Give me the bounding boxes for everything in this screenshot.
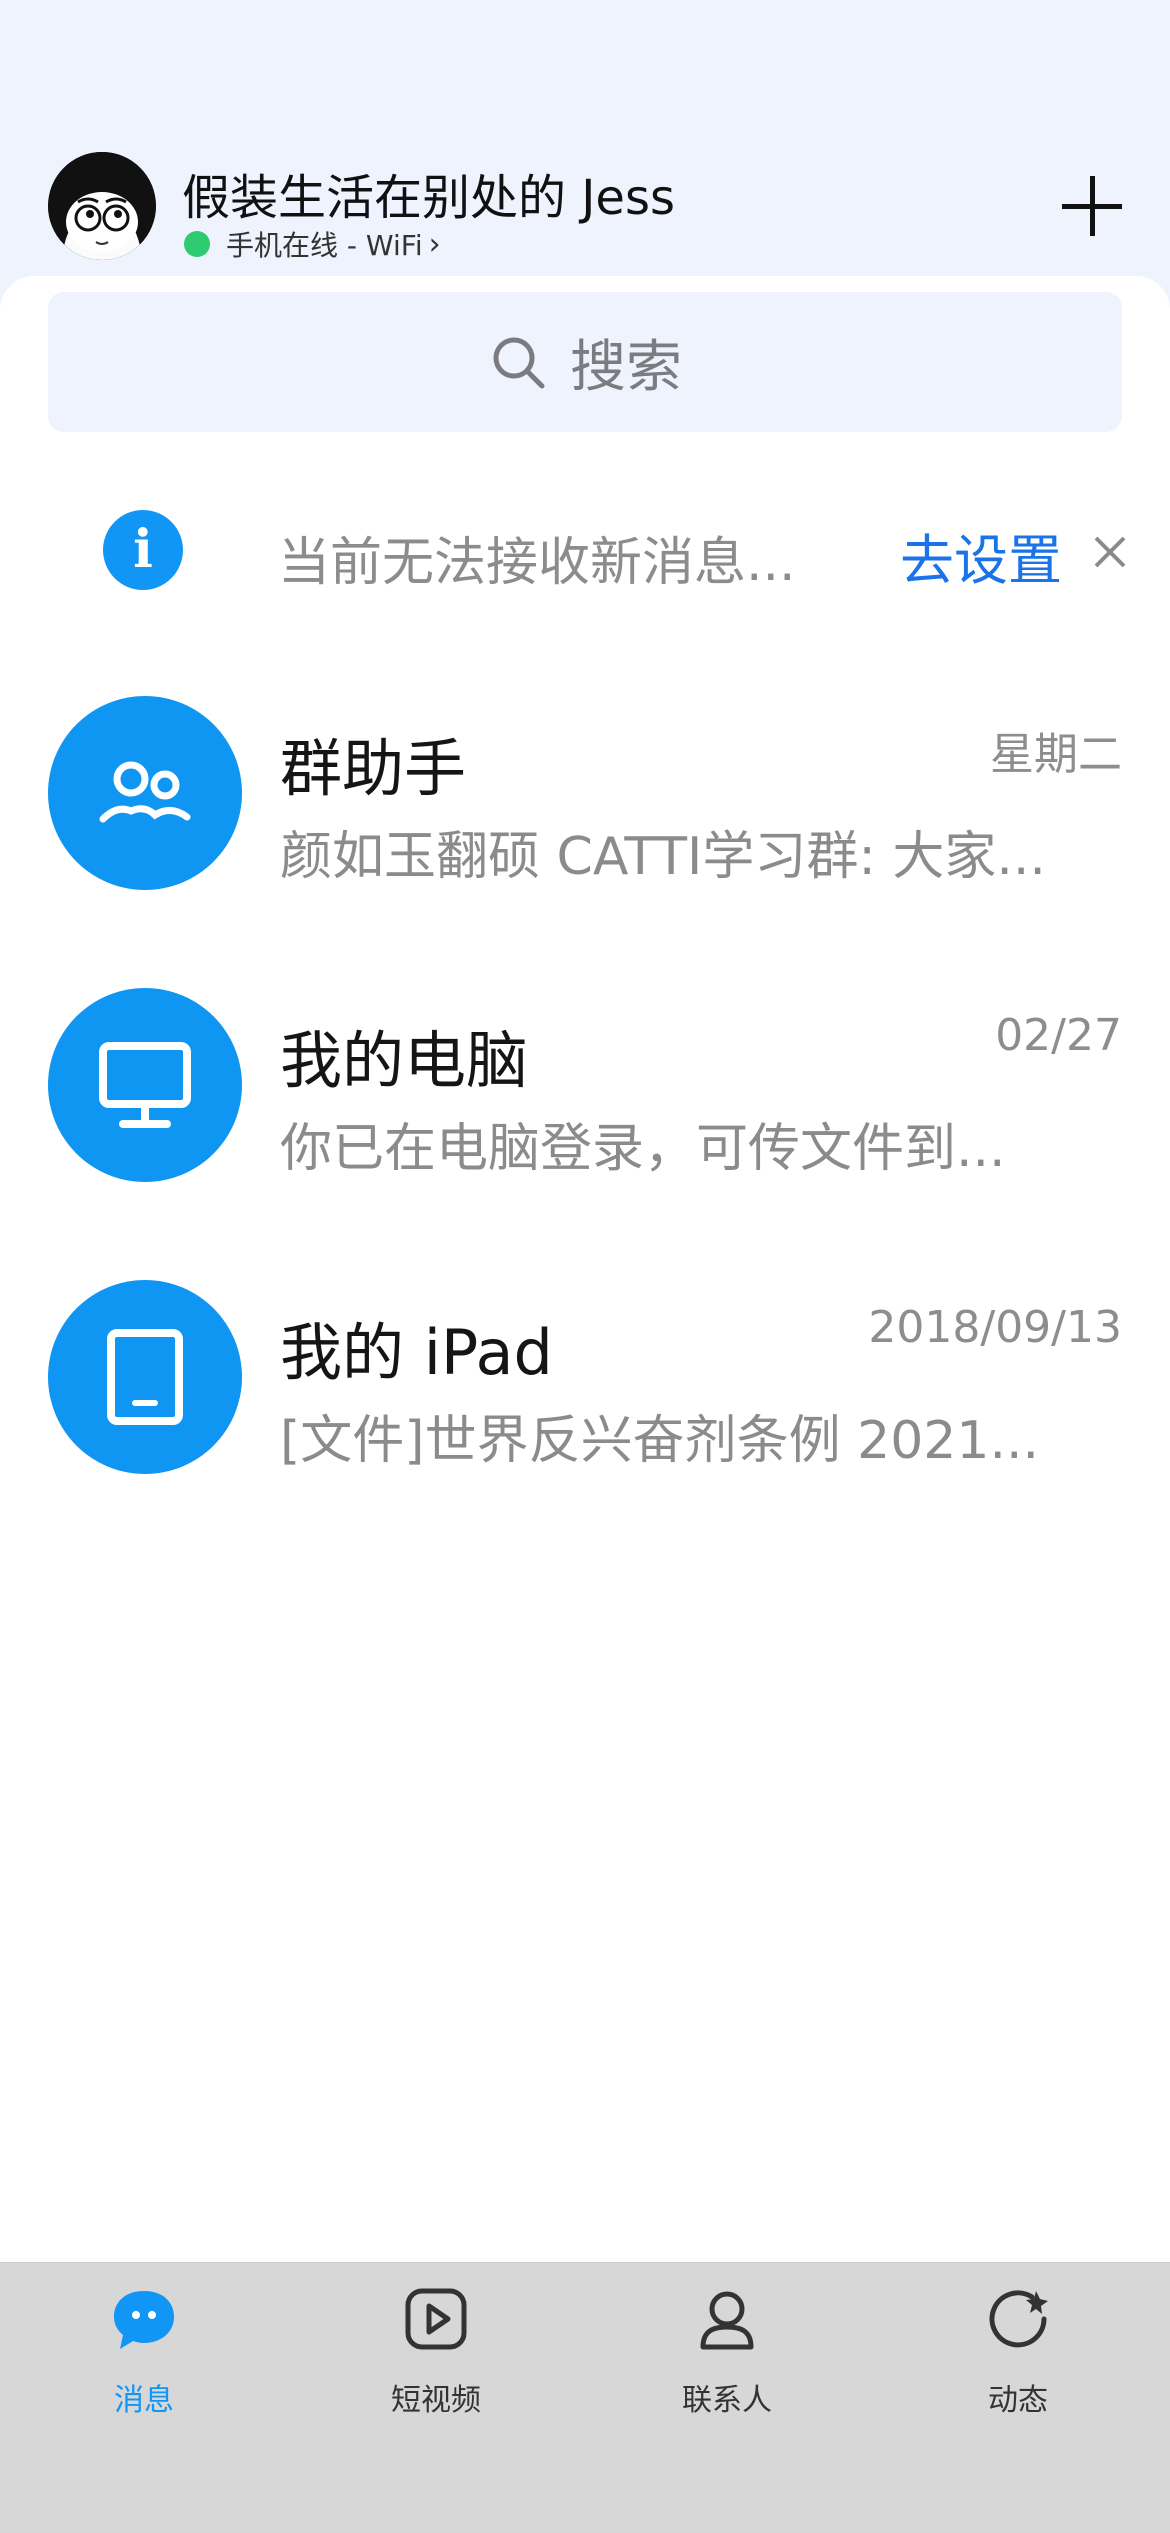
chat-time: 星期二: [990, 729, 1122, 780]
tab-short-video[interactable]: 短视频: [336, 2285, 536, 2425]
online-dot-icon: [184, 231, 210, 257]
moments-icon: [989, 2290, 1048, 2348]
chat-item-my-computer[interactable]: 我的电脑 02/27 你已在电脑登录，可传文件到...: [0, 988, 1170, 1278]
online-status[interactable]: 手机在线 - WiFi ›: [184, 224, 441, 264]
bottom-tab-bar: 消息 短视频 联系人 动态: [0, 2262, 1170, 2533]
search-placeholder: 搜索: [570, 334, 682, 400]
add-button[interactable]: [1056, 170, 1128, 242]
tab-label: 联系人: [682, 2383, 772, 2418]
tablet-icon: [48, 1280, 242, 1474]
chat-name: 我的 iPad: [280, 1316, 553, 1389]
video-icon: [405, 2288, 467, 2350]
chevron-right-icon: ›: [428, 226, 441, 262]
message-panel: 搜索 i 当前无法接收新消息... 去设置 群助手 星期二 颜如玉翻硕 CATT…: [0, 276, 1170, 2262]
tab-messages[interactable]: 消息: [44, 2285, 244, 2425]
chat-time: 02/27: [995, 1010, 1122, 1061]
tab-contacts[interactable]: 联系人: [627, 2285, 827, 2425]
user-avatar[interactable]: [48, 152, 156, 260]
notification-banner: i 当前无法接收新消息... 去设置: [0, 492, 1170, 612]
notice-text: 当前无法接收新消息...: [278, 533, 796, 593]
chat-preview: 颜如玉翻硕 CATTI学习群: 大家...: [280, 827, 1046, 887]
tab-moments[interactable]: 动态: [918, 2285, 1118, 2425]
chat-item-my-ipad[interactable]: 我的 iPad 2018/09/13 [文件]世界反兴奋剂条例 2021...: [0, 1280, 1170, 1570]
message-icon: [114, 2291, 174, 2349]
chat-item-group-assistant[interactable]: 群助手 星期二 颜如玉翻硕 CATTI学习群: 大家...: [0, 696, 1170, 986]
header: 假装生活在别处的 Jess 手机在线 - WiFi ›: [0, 0, 1170, 290]
chat-name: 群助手: [280, 732, 467, 805]
username[interactable]: 假装生活在别处的 Jess: [182, 158, 675, 228]
tab-label: 短视频: [391, 2383, 481, 2418]
go-settings-link[interactable]: 去设置: [900, 516, 1062, 595]
status-text: 手机在线 - WiFi: [226, 229, 423, 262]
close-icon[interactable]: [1090, 532, 1130, 572]
chat-time: 2018/09/13: [868, 1302, 1122, 1353]
group-icon: [48, 696, 242, 890]
monitor-icon: [48, 988, 242, 1182]
tab-label: 消息: [114, 2383, 174, 2418]
chat-preview: [文件]世界反兴奋剂条例 2021...: [280, 1411, 1040, 1471]
info-icon: i: [103, 510, 183, 590]
tab-label: 动态: [988, 2383, 1048, 2418]
search-icon: [493, 337, 545, 389]
chat-preview: 你已在电脑登录，可传文件到...: [280, 1119, 1006, 1179]
search-bar[interactable]: 搜索: [48, 292, 1122, 432]
avatar-illustration: [48, 152, 156, 260]
contact-icon: [700, 2291, 754, 2350]
chat-name: 我的电脑: [280, 1024, 529, 1097]
